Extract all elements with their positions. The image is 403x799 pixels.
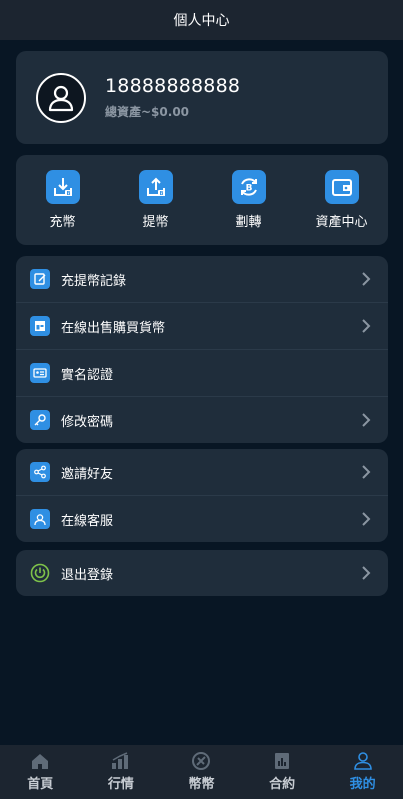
home-icon	[32, 754, 49, 769]
menu-item-customer-service[interactable]: 在線客服	[16, 496, 388, 542]
menu-item-label: 修改密碼	[61, 414, 114, 430]
menu-item-change-password[interactable]: 修改密碼	[16, 397, 388, 443]
support-icon	[30, 509, 50, 529]
total-assets: 總資產~$0.00	[105, 105, 190, 119]
action-withdraw[interactable]: B 提幣	[109, 155, 202, 245]
share-icon	[30, 462, 50, 482]
chevron-right-icon	[358, 565, 374, 581]
svg-text:B: B	[66, 191, 70, 197]
records-icon	[30, 269, 50, 289]
tab-label: 幣幣	[188, 777, 215, 792]
otc-icon	[30, 316, 50, 336]
menu-item-logout[interactable]: 退出登錄	[16, 550, 388, 596]
action-transfer[interactable]: B 劃轉	[202, 155, 295, 245]
action-asset-center-label: 資產中心	[315, 215, 368, 230]
svg-text:B: B	[159, 191, 163, 197]
tab-label: 行情	[107, 777, 134, 792]
contract-icon	[275, 753, 290, 769]
menu-group-account: 充提幣記錄 在線出售購買貨幣 實名認證 修改密碼	[16, 256, 388, 443]
menu-item-invite-friends[interactable]: 邀請好友	[16, 449, 388, 496]
deposit-icon: B	[45, 170, 80, 204]
svg-text:B: B	[245, 184, 252, 194]
chevron-right-icon	[358, 464, 374, 480]
tab-label: 合約	[269, 777, 296, 792]
chevron-right-icon	[358, 412, 374, 428]
chevron-right-icon	[358, 511, 374, 527]
menu-item-label: 在線客服	[61, 513, 114, 529]
account-phone: 18888888888	[105, 75, 241, 97]
id-card-icon	[30, 363, 50, 383]
action-asset-center[interactable]: 資產中心	[295, 155, 388, 245]
withdraw-icon: B	[138, 170, 173, 204]
tab-label: 首頁	[27, 777, 54, 792]
menu-item-label: 退出登錄	[61, 567, 114, 583]
action-transfer-label: 劃轉	[235, 215, 262, 230]
avatar[interactable]	[36, 72, 86, 123]
chevron-right-icon	[358, 271, 374, 287]
action-deposit[interactable]: B 充幣	[16, 155, 109, 245]
tab-home[interactable]: 首頁	[0, 745, 81, 799]
page-title: 個人中心	[173, 13, 230, 29]
quick-actions: B 充幣 B 提幣 B 劃轉 資產中心	[16, 155, 388, 245]
chevron-right-icon	[358, 318, 374, 334]
action-deposit-label: 充幣	[49, 215, 76, 230]
market-icon	[111, 752, 128, 769]
tab-market[interactable]: 行情	[81, 745, 162, 799]
coin-icon	[192, 752, 211, 770]
user-icon	[353, 752, 372, 770]
action-withdraw-label: 提幣	[142, 215, 169, 230]
menu-group-social: 邀請好友 在線客服	[16, 449, 388, 542]
key-icon	[30, 410, 50, 430]
tab-coin[interactable]: 幣幣	[161, 745, 242, 799]
menu-item-label: 充提幣記錄	[61, 273, 127, 289]
power-icon	[30, 563, 50, 583]
bottom-tab-bar: 首頁 行情 幣幣 合約 我的	[0, 745, 403, 799]
profile-card[interactable]: 18888888888 總資產~$0.00	[16, 51, 388, 144]
wallet-icon	[324, 170, 359, 204]
transfer-icon: B	[231, 170, 266, 204]
menu-group-logout: 退出登錄	[16, 550, 388, 596]
tab-label: 我的	[349, 777, 376, 792]
tab-mine[interactable]: 我的	[322, 745, 403, 799]
menu-item-label: 邀請好友	[61, 466, 114, 482]
menu-item-otc[interactable]: 在線出售購買貨幣	[16, 303, 388, 350]
page-header: 個人中心	[0, 0, 403, 40]
menu-item-verification[interactable]: 實名認證	[16, 350, 388, 397]
menu-item-label: 實名認證	[61, 367, 114, 383]
menu-item-label: 在線出售購買貨幣	[61, 320, 166, 336]
user-avatar-icon	[48, 85, 74, 111]
menu-item-deposit-records[interactable]: 充提幣記錄	[16, 256, 388, 303]
tab-contract[interactable]: 合約	[242, 745, 323, 799]
